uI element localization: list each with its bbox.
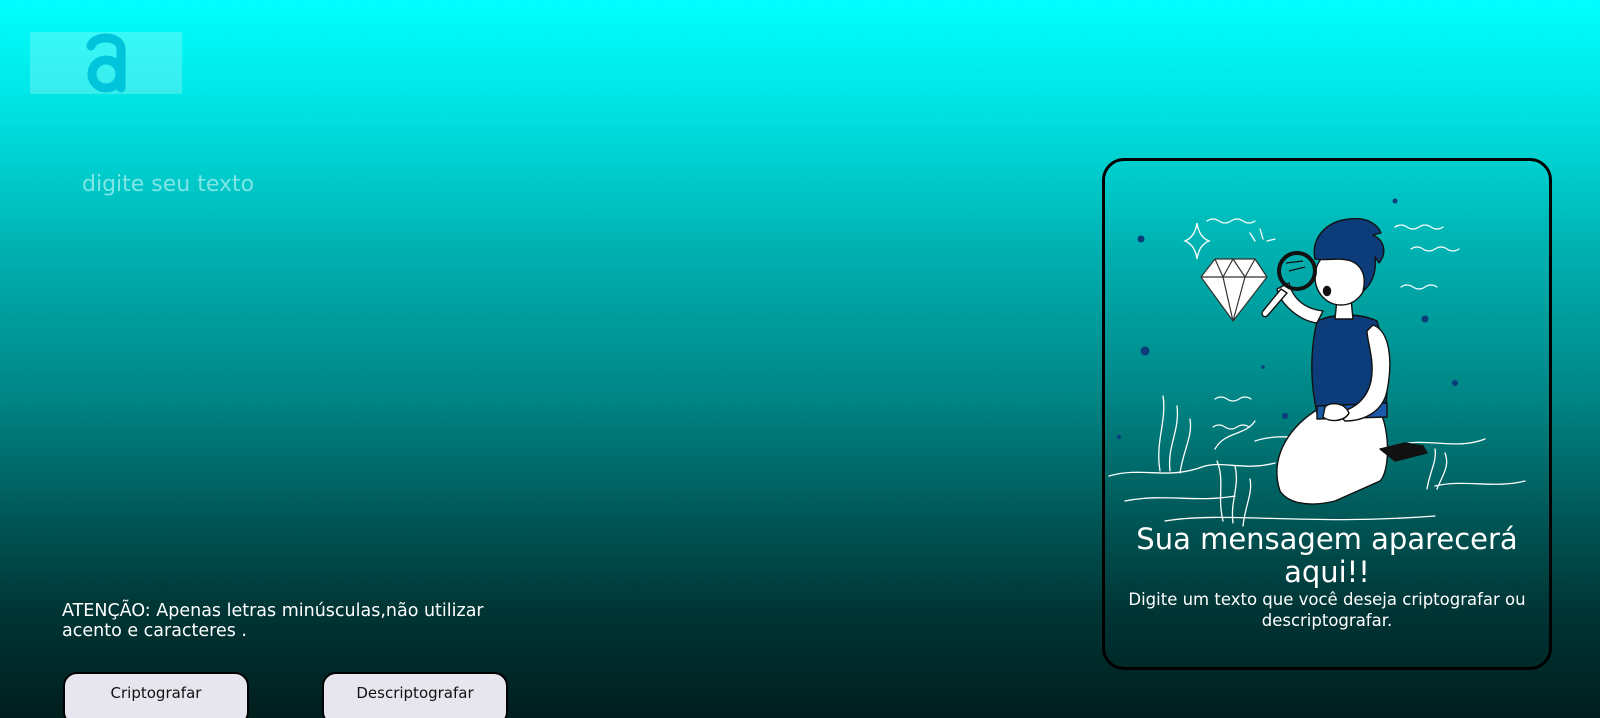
decrypt-button[interactable]: Descriptografar: [322, 672, 508, 718]
message-input[interactable]: [60, 160, 1064, 604]
warning-text: ATENÇÃO: Apenas letras minúsculas,não ut…: [62, 601, 484, 641]
output-subtitle: Digite um texto que você deseja criptogr…: [1128, 590, 1526, 630]
encrypt-button[interactable]: Criptografar: [63, 672, 249, 718]
output-title: Sua mensagem aparecerá aqui!!: [1136, 522, 1518, 589]
person-with-magnifying-glass-icon: [1108, 198, 1526, 527]
logo: [30, 32, 182, 94]
letter-a-logo-icon: [86, 33, 126, 93]
output-panel: Sua mensagem aparecerá aqui!! Digite um …: [1102, 158, 1552, 670]
